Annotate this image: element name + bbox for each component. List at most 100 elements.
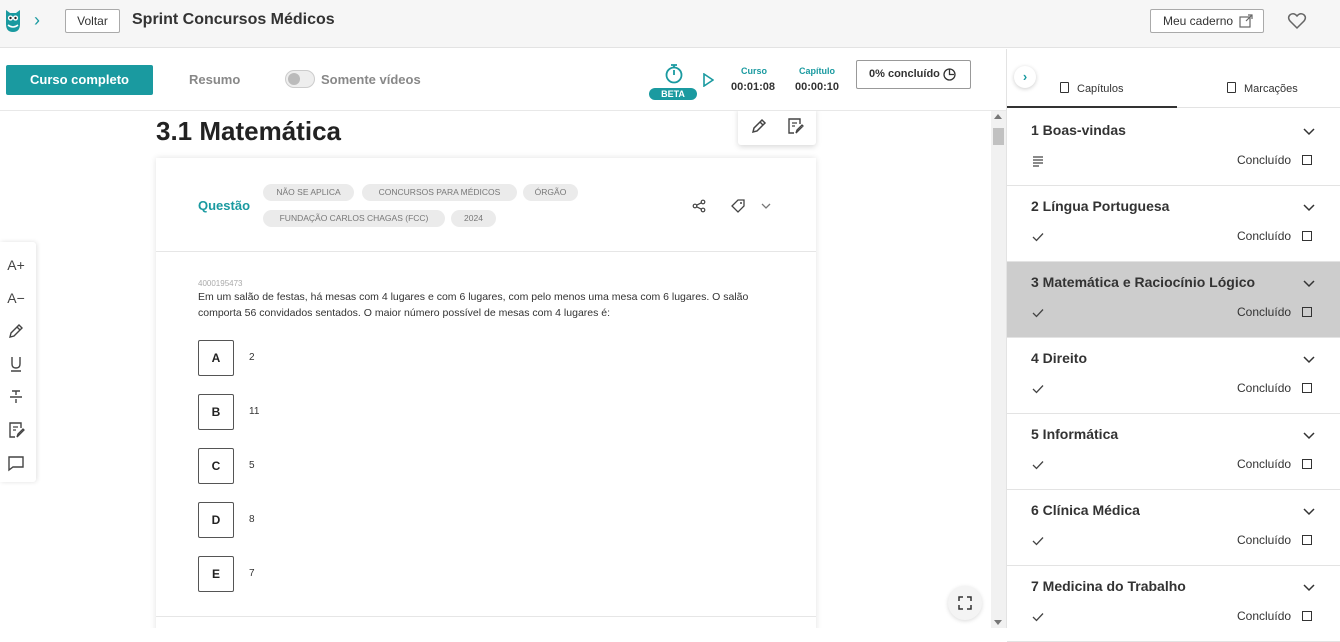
chapter-item[interactable]: 3 Matemática e Raciocínio Lógico Concluíd… bbox=[1007, 262, 1340, 338]
chapter-item[interactable]: 6 Clínica Médica Concluído bbox=[1007, 490, 1340, 566]
tab-bookmarks-label: Marcações bbox=[1244, 83, 1298, 95]
chapter-name[interactable]: 7 Medicina do Trabalho bbox=[1031, 578, 1186, 594]
chapter-item[interactable]: 2 Língua Portuguesa Concluído bbox=[1007, 186, 1340, 262]
chevron-down-icon[interactable] bbox=[1303, 280, 1315, 288]
strikethrough-icon[interactable] bbox=[7, 388, 25, 406]
chevron-down-icon[interactable] bbox=[1303, 432, 1315, 440]
share-icon[interactable] bbox=[692, 199, 706, 213]
check-icon bbox=[1032, 385, 1044, 394]
chapter-complete-checkbox[interactable] bbox=[1302, 459, 1312, 469]
scroll-up-arrow-icon[interactable] bbox=[994, 114, 1002, 119]
text-lines-icon bbox=[1033, 156, 1043, 167]
scrollbar-thumb[interactable] bbox=[993, 128, 1004, 145]
chapter-status: Concluído bbox=[1237, 533, 1292, 547]
scroll-down-arrow-icon[interactable] bbox=[994, 620, 1002, 625]
chapter-item[interactable]: 7 Medicina do Trabalho Concluído bbox=[1007, 566, 1340, 642]
question-header: Questão NÃO SE APLICA CONCURSOS PARA MÉD… bbox=[156, 158, 816, 252]
underline-icon[interactable] bbox=[7, 355, 25, 373]
stopwatch-icon[interactable] bbox=[664, 63, 684, 85]
play-icon[interactable] bbox=[702, 73, 714, 87]
chapters-sidebar: › Capítulos Marcações 1 Boas-vindas Concl… bbox=[1006, 49, 1340, 642]
content-scrollbar[interactable] bbox=[991, 111, 1006, 628]
chapter-name[interactable]: 2 Língua Portuguesa bbox=[1031, 198, 1169, 214]
increase-font-icon[interactable]: A+ bbox=[7, 256, 25, 274]
page-title: Sprint Concursos Médicos bbox=[132, 11, 335, 28]
tab-bookmarks[interactable]: Marcações bbox=[1227, 82, 1298, 95]
option-value[interactable]: 8 bbox=[249, 514, 255, 525]
owl-logo-icon[interactable] bbox=[4, 8, 22, 34]
option-button-d[interactable]: D bbox=[198, 502, 234, 538]
heart-favorite-icon[interactable] bbox=[1287, 11, 1307, 31]
chapter-title: 3.1 Matemática bbox=[156, 116, 341, 146]
decrease-font-icon[interactable]: A− bbox=[7, 289, 25, 307]
tag-item[interactable]: CONCURSOS PARA MÉDICOS bbox=[362, 184, 517, 201]
check-icon bbox=[1032, 233, 1044, 242]
tag-item[interactable]: NÃO SE APLICA bbox=[263, 184, 354, 201]
chevron-down-icon[interactable] bbox=[1303, 508, 1315, 516]
chapter-status: Concluído bbox=[1237, 229, 1292, 243]
full-course-button[interactable]: Curso completo bbox=[6, 65, 153, 95]
chapter-name[interactable]: 6 Clínica Médica bbox=[1031, 502, 1140, 518]
external-link-icon bbox=[1239, 14, 1253, 28]
chapter-complete-checkbox[interactable] bbox=[1302, 307, 1312, 317]
option-value[interactable]: 7 bbox=[249, 568, 255, 579]
expand-menu-chevron-icon[interactable]: › bbox=[30, 10, 44, 30]
annotate-icon[interactable] bbox=[7, 421, 25, 439]
pencil-icon[interactable] bbox=[750, 117, 768, 135]
comment-icon[interactable] bbox=[7, 454, 25, 472]
edit-note-icon[interactable] bbox=[786, 117, 804, 135]
tag-label-icon[interactable] bbox=[731, 199, 745, 213]
option-button-b[interactable]: B bbox=[198, 394, 234, 430]
chapter-item[interactable]: 4 Direito Concluído bbox=[1007, 338, 1340, 414]
chapter-complete-checkbox[interactable] bbox=[1302, 231, 1312, 241]
pie-progress-icon bbox=[943, 68, 956, 81]
chapter-complete-checkbox[interactable] bbox=[1302, 611, 1312, 621]
option-button-a[interactable]: A bbox=[198, 340, 234, 376]
highlighter-icon[interactable] bbox=[7, 322, 25, 340]
chapter-item[interactable]: 1 Boas-vindas Concluído bbox=[1007, 110, 1340, 186]
chapter-complete-checkbox[interactable] bbox=[1302, 535, 1312, 545]
progress-completed-button[interactable]: 0% concluído bbox=[856, 60, 971, 89]
book-icon bbox=[1060, 82, 1069, 93]
fullscreen-button[interactable] bbox=[948, 586, 982, 620]
collapse-sidebar-chevron-icon[interactable]: › bbox=[1014, 66, 1036, 88]
chevron-down-icon[interactable] bbox=[1303, 584, 1315, 592]
chapter-timer-label: Capítulo bbox=[799, 66, 835, 76]
chevron-down-icon[interactable] bbox=[1303, 356, 1315, 364]
option-value[interactable]: 2 bbox=[249, 352, 255, 363]
option-value[interactable]: 5 bbox=[249, 460, 255, 471]
chapter-name[interactable]: 4 Direito bbox=[1031, 350, 1087, 366]
reading-tools-panel: A+ A− bbox=[0, 242, 36, 482]
tag-item[interactable]: 2024 bbox=[451, 210, 496, 227]
chapter-name[interactable]: 5 Informática bbox=[1031, 426, 1118, 442]
option-button-e[interactable]: E bbox=[198, 556, 234, 592]
option-value[interactable]: 11 bbox=[249, 406, 259, 417]
summary-tab[interactable]: Resumo bbox=[189, 72, 240, 87]
videos-only-label[interactable]: Somente vídeos bbox=[321, 72, 421, 87]
chapter-name[interactable]: 3 Matemática e Raciocínio Lógico bbox=[1031, 274, 1255, 290]
chevron-down-icon[interactable] bbox=[1303, 128, 1315, 136]
chapter-name[interactable]: 1 Boas-vindas bbox=[1031, 122, 1126, 138]
tag-item[interactable]: FUNDAÇÃO CARLOS CHAGAS (FCC) bbox=[263, 210, 445, 227]
chapter-complete-checkbox[interactable] bbox=[1302, 383, 1312, 393]
check-icon bbox=[1032, 309, 1044, 318]
my-notebook-label: Meu caderno bbox=[1163, 14, 1234, 28]
tag-item[interactable]: ÓRGÃO bbox=[523, 184, 578, 201]
fullscreen-icon bbox=[958, 596, 972, 610]
question-text: Em um salão de festas, há mesas com 4 lu… bbox=[198, 291, 749, 319]
floating-toolbar bbox=[738, 111, 816, 145]
option-button-c[interactable]: C bbox=[198, 448, 234, 484]
videos-only-toggle[interactable] bbox=[285, 70, 315, 88]
question-label: Questão bbox=[198, 198, 251, 213]
chevron-down-icon[interactable] bbox=[759, 199, 773, 213]
active-tab-indicator bbox=[1007, 106, 1177, 108]
tab-chapters[interactable]: Capítulos bbox=[1060, 82, 1123, 95]
back-button[interactable]: Voltar bbox=[65, 9, 120, 33]
chapter-complete-checkbox[interactable] bbox=[1302, 155, 1312, 165]
my-notebook-button[interactable]: Meu caderno bbox=[1150, 9, 1264, 33]
chapter-item[interactable]: 5 Informática Concluído bbox=[1007, 414, 1340, 490]
chevron-down-icon[interactable] bbox=[1303, 204, 1315, 212]
progress-completed-label: 0% concluído bbox=[869, 68, 940, 80]
bookmark-icon bbox=[1227, 82, 1236, 93]
question-id: 4000195473 bbox=[198, 279, 243, 288]
